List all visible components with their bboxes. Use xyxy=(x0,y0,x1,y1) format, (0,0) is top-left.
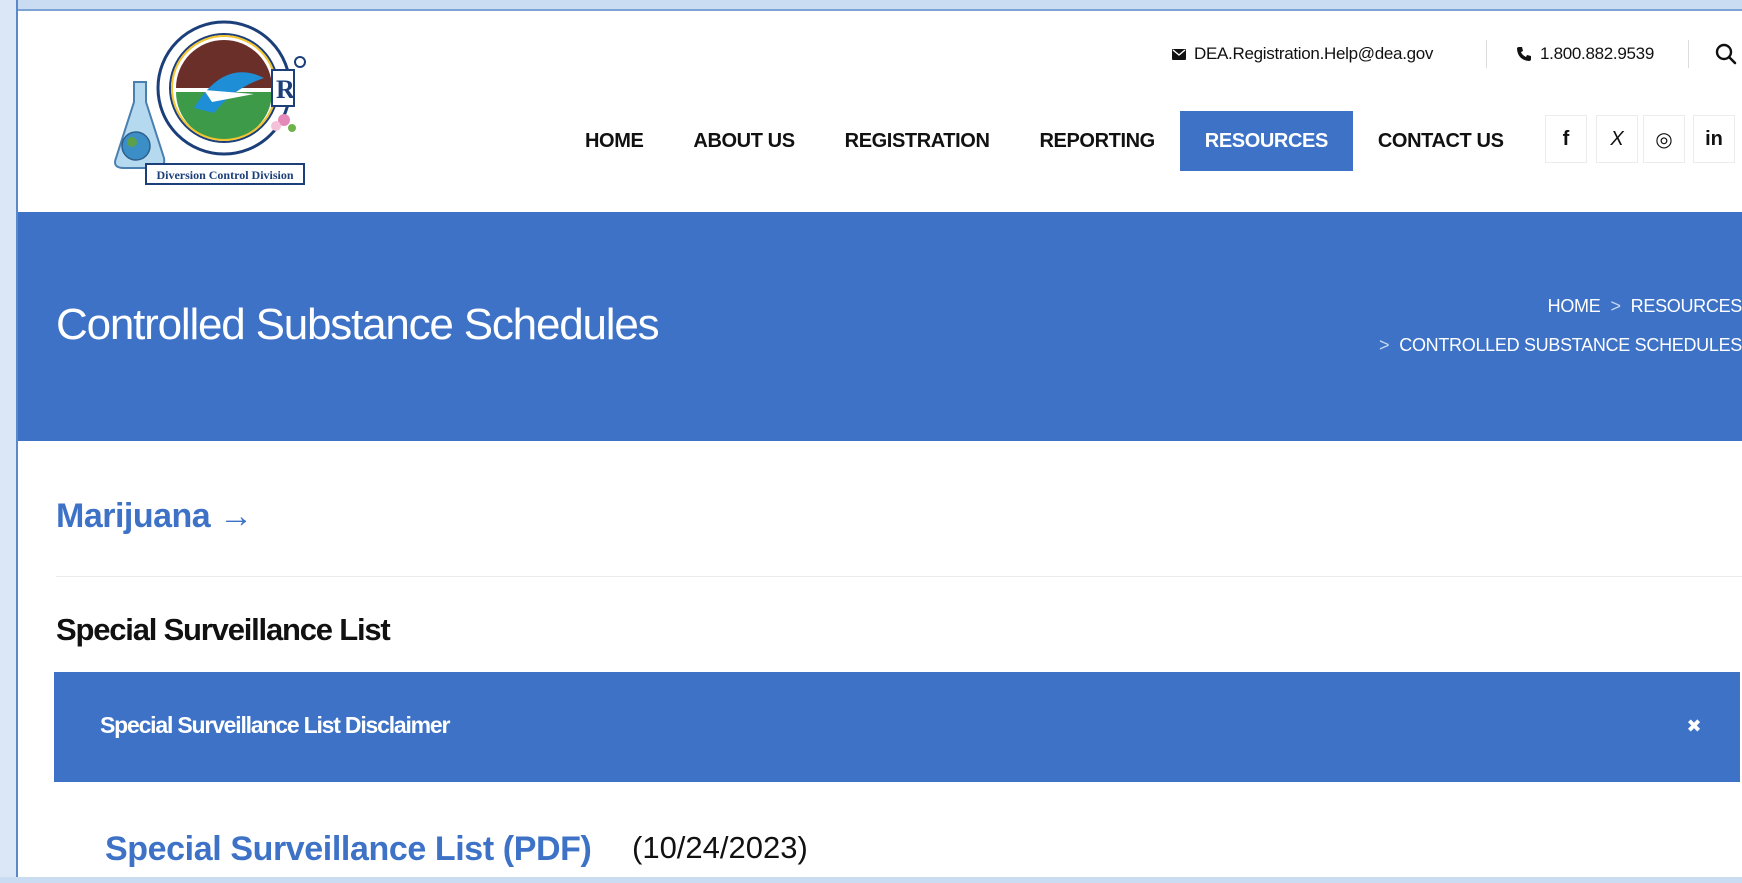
linkedin-icon-glyph: in xyxy=(1705,127,1723,150)
contact-phone-text[interactable]: 1.800.882.9539 xyxy=(1540,44,1654,64)
dea-diversion-logo[interactable]: R Diversion Control Division xyxy=(94,18,334,186)
contact-email-text[interactable]: DEA.Registration.Help@dea.gov xyxy=(1194,44,1433,64)
close-icon[interactable]: ✖ xyxy=(1684,716,1704,736)
window-frame-left xyxy=(0,0,16,883)
x-icon[interactable]: X xyxy=(1596,115,1638,163)
main-navigation: HOME ABOUT US REGISTRATION REPORTING RES… xyxy=(560,111,1529,171)
x-icon-glyph: X xyxy=(1610,127,1624,150)
breadcrumb-chevron-icon: > xyxy=(1379,335,1390,355)
window-frame-bottom xyxy=(0,877,1742,883)
nav-home[interactable]: HOME xyxy=(560,111,668,171)
window-frame-top xyxy=(0,0,1742,9)
window-frame-left-border xyxy=(16,0,18,883)
facebook-icon[interactable]: f xyxy=(1545,115,1587,163)
nav-about-us[interactable]: ABOUT US xyxy=(668,111,819,171)
topbar-divider xyxy=(1486,40,1487,68)
disclaimer-accordion[interactable]: Special Surveillance List Disclaimer ✖ xyxy=(54,672,1740,782)
pdf-date: (10/24/2023) xyxy=(632,830,808,865)
nav-registration[interactable]: REGISTRATION xyxy=(820,111,1015,171)
facebook-icon-glyph: f xyxy=(1562,127,1570,150)
special-surveillance-list-pdf-link[interactable]: Special Surveillance List (PDF) xyxy=(105,830,592,869)
rx-letter: R xyxy=(276,75,295,104)
breadcrumb-resources[interactable]: RESOURCES xyxy=(1631,296,1742,317)
nav-contact-us[interactable]: CONTACT US xyxy=(1353,111,1529,171)
nav-reporting[interactable]: REPORTING xyxy=(1015,111,1180,171)
breadcrumb: HOME > RESOURCES xyxy=(1548,296,1742,317)
breadcrumb-home[interactable]: HOME xyxy=(1548,296,1601,317)
contact-email[interactable]: DEA.Registration.Help@dea.gov xyxy=(1172,42,1433,66)
page-title: Controlled Substance Schedules xyxy=(56,300,660,349)
envelope-icon xyxy=(1172,48,1186,60)
search-icon[interactable] xyxy=(1714,42,1738,66)
disclaimer-accordion-title[interactable]: Special Surveillance List Disclaimer xyxy=(100,712,450,739)
contact-phone[interactable]: 1.800.882.9539 xyxy=(1516,42,1654,66)
phone-icon xyxy=(1517,47,1531,61)
linkedin-icon[interactable]: in xyxy=(1693,115,1735,163)
section-divider xyxy=(56,576,1742,577)
instagram-icon-glyph: ◎ xyxy=(1655,128,1673,151)
instagram-icon[interactable]: ◎ xyxy=(1643,115,1685,163)
marijuana-link[interactable]: Marijuana → xyxy=(56,497,253,536)
breadcrumb-current: CONTROLLED SUBSTANCE SCHEDULES xyxy=(1399,335,1742,355)
window-frame-top-border xyxy=(0,9,1742,11)
nav-resources[interactable]: RESOURCES xyxy=(1179,111,1353,171)
breadcrumb-chevron-icon: > xyxy=(1610,296,1621,316)
special-surveillance-list-heading: Special Surveillance List xyxy=(56,612,391,647)
logo-division-text: Diversion Control Division xyxy=(156,168,293,182)
breadcrumb-continued: > CONTROLLED SUBSTANCE SCHEDULES xyxy=(1379,335,1742,356)
topbar-divider xyxy=(1688,40,1689,68)
